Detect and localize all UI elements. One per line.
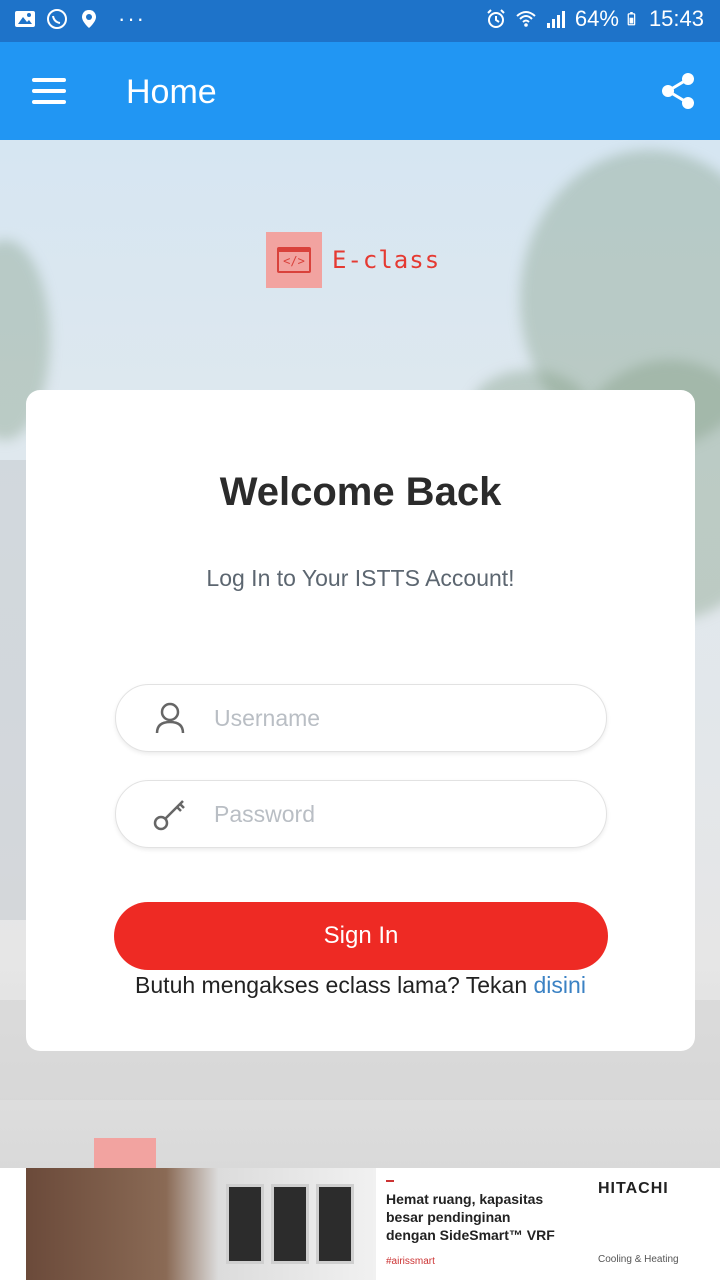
username-input[interactable] bbox=[214, 704, 574, 732]
battery-percent: 64% bbox=[574, 6, 619, 31]
key-icon bbox=[150, 794, 190, 834]
password-field[interactable] bbox=[115, 780, 607, 848]
ad-brand-subtitle: Cooling & Heating bbox=[598, 1254, 679, 1265]
battery-icon bbox=[627, 12, 636, 26]
ad-brand-logo: HITACHI bbox=[598, 1180, 669, 1197]
hamburger-menu-icon[interactable] bbox=[32, 78, 66, 104]
eclass-logo: </> E-class bbox=[266, 232, 440, 288]
more-dots-icon: ··· bbox=[118, 6, 146, 31]
wifi-icon bbox=[516, 11, 536, 27]
share-icon[interactable] bbox=[660, 72, 696, 110]
ad-image bbox=[26, 1168, 376, 1280]
login-card: Welcome Back Log In to Your ISTTS Accoun… bbox=[26, 390, 695, 1051]
user-icon bbox=[150, 698, 190, 738]
ad-hashtag: #airissmart bbox=[386, 1256, 435, 1267]
login-subtitle: Log In to Your ISTTS Account! bbox=[206, 565, 515, 591]
status-bar: ··· 64% 15:43 bbox=[0, 0, 720, 42]
alarm-icon bbox=[487, 9, 505, 28]
app-bar: Home bbox=[0, 42, 720, 140]
logo-text: E-class bbox=[332, 246, 441, 274]
signal-icon bbox=[546, 11, 565, 28]
status-bar-system: 64% 15:43 bbox=[485, 6, 704, 32]
page-title: Home bbox=[126, 73, 217, 111]
sign-in-button[interactable]: Sign In bbox=[114, 902, 608, 970]
password-input[interactable] bbox=[214, 800, 574, 828]
status-bar-notifications: ··· bbox=[14, 8, 146, 30]
legacy-access-text: Butuh mengakses eclass lama? Tekan disin… bbox=[26, 972, 695, 999]
whatsapp-icon bbox=[47, 9, 67, 29]
legacy-access-link[interactable]: disini bbox=[534, 972, 586, 998]
ad-headline: Hemat ruang, kapasitas besar pendinginan… bbox=[386, 1191, 555, 1243]
ad-banner[interactable]: Hemat ruang, kapasitas besar pendinginan… bbox=[0, 1168, 720, 1280]
ad-accent-mark bbox=[386, 1180, 394, 1182]
gallery-icon bbox=[15, 11, 35, 27]
clock: 15:43 bbox=[648, 6, 704, 31]
legacy-access-prompt: Butuh mengakses eclass lama? Tekan bbox=[135, 972, 534, 998]
welcome-heading: Welcome Back bbox=[219, 470, 502, 514]
footer-logo bbox=[94, 1138, 156, 1168]
location-icon bbox=[82, 10, 96, 28]
code-window-icon: </> bbox=[266, 232, 322, 288]
username-field[interactable] bbox=[115, 684, 607, 752]
